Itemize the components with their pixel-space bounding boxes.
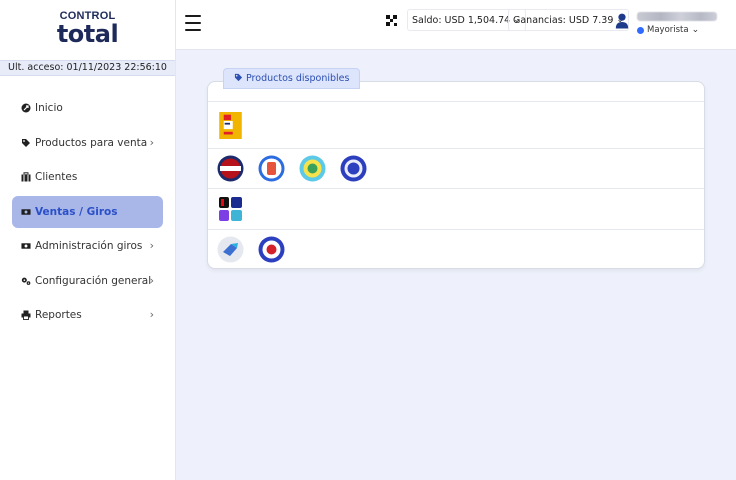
product-icon-8[interactable] — [258, 236, 285, 263]
role-text: Mayorista — [647, 25, 689, 35]
product-icon-1[interactable] — [217, 111, 244, 139]
logo-line2: total — [56, 19, 119, 48]
tab-label-text: Productos disponibles — [246, 73, 350, 84]
tag-icon — [234, 73, 243, 85]
product-row — [208, 229, 704, 269]
chevron-right-icon: › — [149, 239, 154, 252]
chevron-right-icon: › — [149, 273, 154, 287]
money-icon — [21, 207, 31, 217]
topbar: Saldo: USD 1,504.74 ⌄ Ganancias: USD 7.3… — [176, 0, 736, 50]
menu-toggle-icon[interactable] — [185, 15, 201, 31]
sidebar-item-label: Inicio — [35, 102, 63, 114]
product-icon-6[interactable] — [217, 196, 244, 223]
sidebar-item-clientes[interactable]: Clientes — [12, 161, 163, 193]
product-row — [208, 101, 704, 148]
sidebar-item-label: Administración giros — [35, 240, 143, 252]
sidebar-item-label: Reportes — [35, 309, 82, 321]
product-icon-2[interactable] — [217, 155, 244, 182]
products-card — [207, 81, 705, 269]
sidebar-item-label: Ventas / Giros — [35, 205, 118, 218]
print-icon — [21, 310, 31, 320]
money-icon — [21, 241, 31, 251]
sidebar-item-configuracion-general[interactable]: Configuración general › — [12, 265, 163, 297]
sidebar-item-label: Productos para venta — [35, 136, 148, 149]
rocket-icon — [21, 103, 31, 113]
saldo-text: Saldo: USD 1,504.74 — [412, 14, 511, 26]
sidebar-nav: Inicio Productos para venta › Clientes V… — [0, 92, 175, 331]
product-icon-3[interactable] — [258, 155, 285, 182]
sidebar-item-inicio[interactable]: Inicio — [12, 92, 163, 124]
last-access: Ult. acceso: 01/11/2023 22:56:10 — [0, 60, 175, 76]
qr-code-icon[interactable] — [386, 15, 397, 26]
sidebar: CONTROL total Ult. acceso: 01/11/2023 22… — [0, 0, 176, 480]
gears-icon — [21, 276, 31, 286]
sidebar-item-productos-para-venta[interactable]: Productos para venta › — [12, 127, 163, 159]
chevron-right-icon: › — [149, 308, 154, 321]
ganancias-text: Ganancias: USD 7.39 — [513, 14, 614, 26]
status-dot-icon — [637, 26, 644, 34]
product-icon-4[interactable] — [299, 155, 326, 182]
role-dropdown[interactable]: Mayorista ⌄ — [637, 25, 699, 35]
logo[interactable]: CONTROL total — [0, 0, 175, 52]
tab-productos-disponibles[interactable]: Productos disponibles — [223, 68, 361, 89]
user-name-redacted[interactable] — [637, 12, 717, 21]
product-row — [208, 188, 704, 229]
ganancias-dropdown[interactable]: Ganancias: USD 7.39 ⌄ — [508, 9, 629, 31]
product-row — [208, 148, 704, 188]
sidebar-item-administracion-giros[interactable]: Administración giros › — [12, 230, 163, 262]
briefcase-icon — [21, 172, 31, 182]
product-icon-7[interactable] — [217, 236, 244, 263]
tag-icon — [21, 138, 31, 148]
chevron-down-icon: ⌄ — [691, 25, 700, 35]
sidebar-item-label: Clientes — [35, 171, 78, 183]
chevron-right-icon: › — [149, 135, 154, 149]
sidebar-item-ventas-giros[interactable]: Ventas / Giros — [12, 195, 163, 228]
sidebar-item-label: Configuración general — [35, 274, 152, 287]
user-icon[interactable] — [615, 13, 629, 29]
product-icon-5[interactable] — [340, 155, 367, 182]
sidebar-item-reportes[interactable]: Reportes › — [12, 299, 163, 331]
